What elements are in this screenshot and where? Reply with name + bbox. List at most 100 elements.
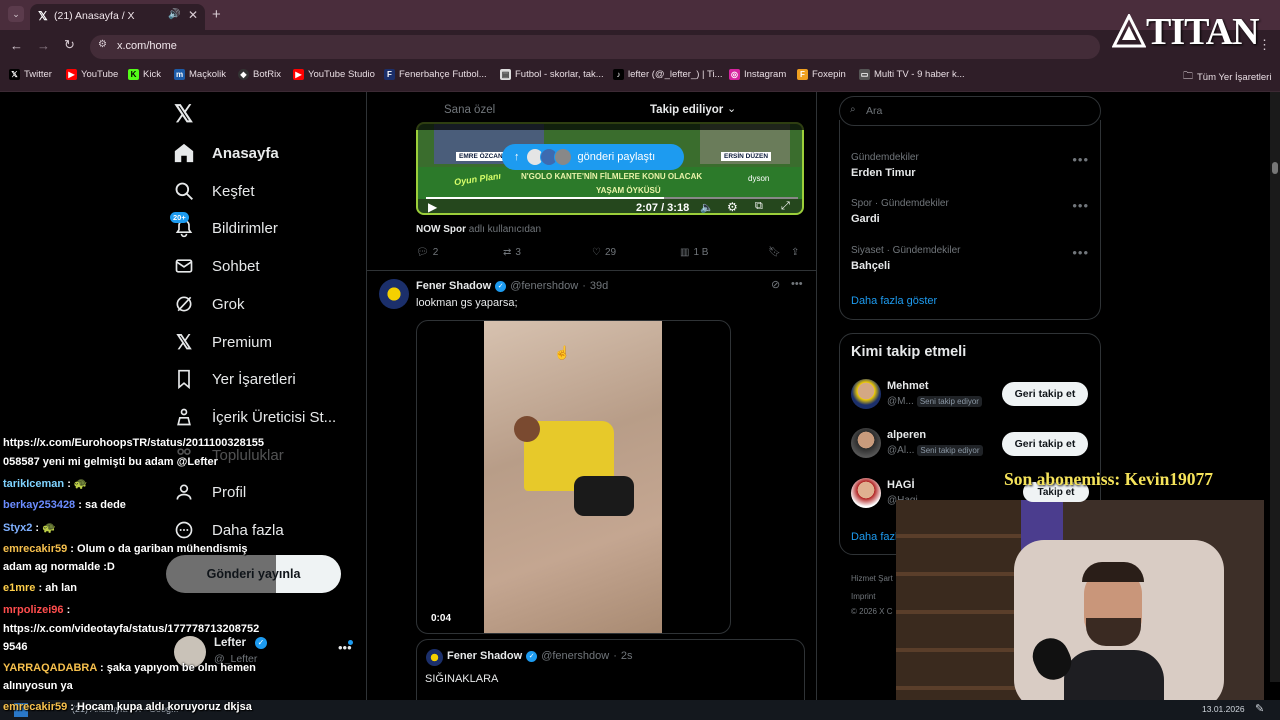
- new-posts-pill[interactable]: ↑ gönderi paylaştı: [502, 144, 684, 170]
- bookmark-foxepin[interactable]: F Foxepin: [797, 69, 846, 80]
- more-icon[interactable]: •••: [1072, 152, 1089, 167]
- avatar[interactable]: [379, 279, 409, 309]
- bookmark-twitter[interactable]: 𝕏 Twitter: [9, 69, 52, 80]
- webcam-overlay: [896, 500, 1264, 705]
- play-icon[interactable]: ▶: [428, 200, 437, 213]
- folder-icon: 🗀: [1183, 71, 1193, 82]
- trend-item[interactable]: Gündemdekiler Erden Timur •••: [851, 152, 1089, 179]
- back-icon[interactable]: ←: [10, 38, 23, 53]
- nav-creator-studio[interactable]: İçerik Üreticisi St...: [172, 405, 336, 429]
- suggestion-name[interactable]: alperen: [887, 429, 926, 441]
- suggestion-handle-row: @M... Seni takip ediyor: [887, 396, 982, 407]
- tab-following[interactable]: Takip ediliyor: [650, 104, 723, 116]
- x-favicon-icon: 𝕏: [38, 9, 48, 23]
- nav-bookmarks[interactable]: Yer İşaretleri: [172, 367, 296, 391]
- chat-message: emrecakir59 : Olum o da gariban mühendis…: [3, 543, 248, 555]
- speaker-icon[interactable]: 🔊: [168, 9, 180, 20]
- site-info-icon[interactable]: ⚙: [98, 39, 107, 50]
- fullscreen-icon[interactable]: ⤢: [781, 200, 790, 213]
- views-button[interactable]: ▥ 1 B: [680, 247, 708, 258]
- url-text[interactable]: x.com/home: [117, 40, 177, 52]
- bookmark-youtube[interactable]: ▶ YouTube: [66, 69, 118, 80]
- youtube-studio-icon: ▶: [293, 69, 304, 80]
- avatar[interactable]: [851, 428, 881, 458]
- nav-notifications[interactable]: 20+ Bildirimler: [170, 212, 278, 240]
- url-bar[interactable]: ⚙ x.com/home: [90, 35, 1100, 59]
- scrollbar-thumb[interactable]: [1272, 162, 1278, 174]
- mail-icon: [172, 254, 196, 278]
- bookmark-kick[interactable]: K Kick: [128, 69, 161, 80]
- reload-icon[interactable]: ↻: [64, 37, 75, 53]
- bookmark-tiktok[interactable]: ♪ lefter (@_lefter_) | Ti...: [613, 69, 722, 80]
- footer-terms[interactable]: Hizmet Şart: [851, 574, 893, 583]
- browser-tab[interactable]: 𝕏 (21) Anasayfa / X 🔊 ✕: [30, 4, 205, 30]
- like-button[interactable]: ♡ 29: [592, 247, 616, 258]
- kick-icon: K: [128, 69, 139, 80]
- bookmark-fenerbahce[interactable]: F Fenerbahçe Futbol...: [384, 69, 487, 80]
- nav-grok[interactable]: Grok: [172, 292, 245, 316]
- video-progress-track[interactable]: [426, 197, 798, 199]
- avatar: [426, 649, 443, 666]
- nav-home[interactable]: Anasayfa: [172, 141, 279, 165]
- tab-search-chevron-icon[interactable]: ⌄: [8, 6, 24, 22]
- follow-back-button[interactable]: Geri takip et: [1002, 382, 1088, 406]
- chat-username: emrecakir59: [3, 543, 68, 555]
- share-icon: ⇪: [791, 247, 800, 258]
- volume-icon[interactable]: 🔈: [700, 201, 714, 213]
- footer-imprint[interactable]: Imprint: [851, 592, 875, 601]
- verified-icon: ✓: [526, 650, 538, 662]
- nav-premium[interactable]: 𝕏 Premium: [172, 330, 272, 354]
- post-header: Fener Shadow ✓ @fenershdow · 39d: [416, 280, 609, 292]
- repost-button[interactable]: ⇄ 3: [503, 247, 521, 258]
- mackolik-icon: m: [174, 69, 185, 80]
- suggestion-name[interactable]: HAGİ: [887, 479, 915, 491]
- bookmark-icon: 🔖︎: [768, 247, 781, 258]
- bookmark-instagram[interactable]: ◎ Instagram: [729, 69, 786, 80]
- tiktok-icon: ♪: [613, 69, 624, 80]
- forward-icon[interactable]: →: [37, 38, 50, 53]
- divider: [367, 270, 816, 271]
- nav-messages[interactable]: Sohbet: [172, 254, 260, 278]
- video-player[interactable]: 0:04 ☝: [416, 320, 731, 634]
- bookmark-button[interactable]: 🔖︎: [768, 247, 781, 258]
- follows-you-badge: Seni takip ediyor: [917, 445, 983, 456]
- bookmark-botrix[interactable]: ◆ BotRix: [238, 69, 281, 80]
- search-icon: ⌕: [850, 104, 856, 115]
- tab-for-you[interactable]: Sana özel: [444, 104, 495, 116]
- pip-icon[interactable]: ⧉: [755, 200, 763, 213]
- trend-item[interactable]: Spor · Gündemdekiler Gardi •••: [851, 198, 1089, 225]
- nav-explore[interactable]: Keşfet: [172, 179, 255, 203]
- scrollbar[interactable]: [1270, 92, 1280, 682]
- new-tab-icon[interactable]: +: [212, 6, 221, 23]
- all-bookmarks[interactable]: 🗀 Tüm Yer İşaretleri: [1183, 69, 1271, 86]
- grok-icon[interactable]: ⊘: [771, 278, 780, 291]
- chat-text: 9546: [3, 641, 28, 653]
- trend-item[interactable]: Siyaset · Gündemdekiler Bahçeli •••: [851, 245, 1089, 272]
- close-tab-icon[interactable]: ✕: [188, 8, 198, 22]
- avatar[interactable]: [851, 379, 881, 409]
- bookmark-futbol[interactable]: ▤ Futbol - skorlar, tak...: [500, 69, 604, 80]
- chat-message: adam ag normalde :D: [3, 561, 115, 573]
- who-to-follow-title: Kimi takip etmeli: [851, 344, 967, 360]
- show-more-link[interactable]: Daha fazla göster: [851, 295, 937, 307]
- reply-button[interactable]: 💬︎ 2: [416, 247, 438, 258]
- follow-back-button[interactable]: Geri takip et: [1002, 432, 1088, 456]
- instagram-icon: ◎: [729, 69, 740, 80]
- share-button[interactable]: ⇪: [791, 247, 799, 258]
- bookmark-youtube-studio[interactable]: ▶ YouTube Studio: [293, 69, 375, 80]
- x-logo-icon[interactable]: 𝕏: [174, 100, 193, 129]
- pen-icon: ✎: [1255, 703, 1265, 715]
- more-icon[interactable]: •••: [791, 278, 803, 290]
- avatar[interactable]: [851, 478, 881, 508]
- suggestion-name[interactable]: Mehmet: [887, 380, 929, 392]
- bookmark-multitv[interactable]: ▭ Multi TV - 9 haber k...: [859, 69, 965, 80]
- chevron-down-icon[interactable]: ⌄: [727, 102, 736, 115]
- chat-username: tarikIceman: [3, 478, 65, 490]
- bookmark-icon: [172, 367, 196, 391]
- cursor-icon: ☝: [554, 345, 571, 360]
- grok-icon: [172, 292, 196, 316]
- settings-icon[interactable]: ⚙: [727, 200, 738, 213]
- more-icon[interactable]: •••: [1072, 245, 1089, 260]
- bookmark-mackolik[interactable]: m Maçkolik: [174, 69, 226, 80]
- more-icon[interactable]: •••: [1072, 198, 1089, 213]
